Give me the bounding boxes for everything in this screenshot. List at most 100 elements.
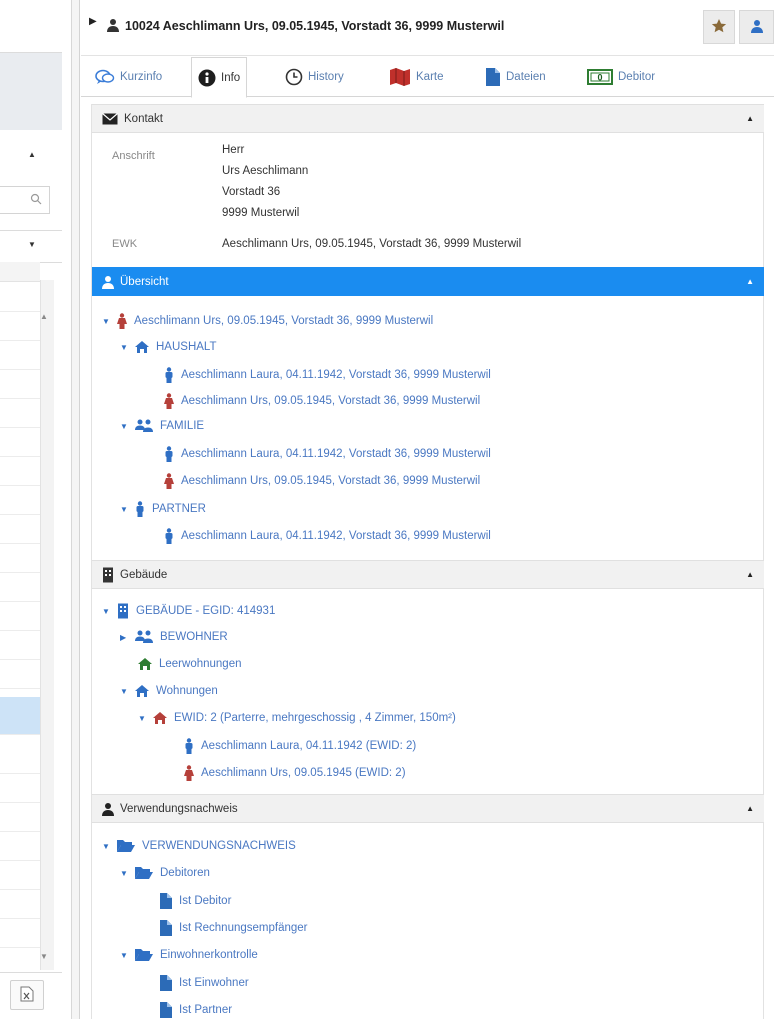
list-row[interactable]	[0, 890, 40, 919]
user-button[interactable]	[739, 10, 774, 44]
tree-toggle-icon[interactable]: ▼	[138, 714, 146, 723]
list-row[interactable]	[0, 312, 40, 341]
list-row[interactable]	[0, 919, 40, 948]
list-row[interactable]	[0, 774, 40, 803]
tree-node-person[interactable]: Aeschlimann Laura, 04.11.1942 (EWID: 2)	[184, 736, 416, 756]
tree-node-person[interactable]: Aeschlimann Laura, 04.11.1942, Vorstadt …	[164, 526, 491, 546]
tree-node-einwohnerkontrolle[interactable]: ▼ Einwohnerkontrolle	[120, 945, 258, 965]
tree-node-label[interactable]: VERWENDUNGSNACHWEIS	[142, 840, 296, 852]
tab-info[interactable]: Info	[191, 57, 248, 98]
tree-node-label[interactable]: Aeschlimann Urs, 09.05.1945 (EWID: 2)	[201, 767, 406, 779]
list-row[interactable]	[0, 660, 40, 689]
tree-node-leerwohnungen[interactable]: Leerwohnungen	[138, 654, 242, 674]
tree-toggle-icon[interactable]: ▼	[120, 687, 128, 696]
tree-node-wohnungen[interactable]: ▼ Wohnungen	[120, 681, 218, 701]
tree-node-person[interactable]: Aeschlimann Urs, 09.05.1945, Vorstadt 36…	[164, 471, 480, 491]
tree-toggle-icon[interactable]: ▼	[120, 505, 128, 514]
tab-debitor[interactable]: 0 Debitor	[581, 57, 661, 97]
tree-node-person[interactable]: Aeschlimann Laura, 04.11.1942, Vorstadt …	[164, 365, 491, 385]
list-row[interactable]	[0, 457, 40, 486]
tree-toggle-icon[interactable]: ▼	[120, 951, 128, 960]
list-row[interactable]	[0, 861, 40, 890]
tab-dateien[interactable]: Dateien	[479, 57, 552, 97]
tree-node-label[interactable]: Einwohnerkontrolle	[160, 949, 258, 961]
list-row[interactable]	[0, 631, 40, 660]
tree-node-debitoren[interactable]: ▼ Debitoren	[120, 863, 210, 883]
tree-node-label[interactable]: Ist Debitor	[179, 895, 231, 907]
search-icon[interactable]	[30, 193, 42, 208]
collapse-caret-icon[interactable]: ▲	[28, 150, 36, 159]
tree-node-label[interactable]: Aeschlimann Urs, 09.05.1945, Vorstadt 36…	[134, 315, 433, 327]
tree-node-person-root[interactable]: ▼ Aeschlimann Urs, 09.05.1945, Vorstadt …	[102, 311, 433, 331]
tree-node-label[interactable]: Ist Einwohner	[179, 977, 249, 989]
collapse-caret-icon[interactable]: ▲	[746, 277, 754, 286]
scroll-down-icon[interactable]: ▼	[40, 952, 48, 961]
dropdown-caret-icon[interactable]: ▼	[28, 240, 36, 249]
tree-node-bewohner[interactable]: ▶ BEWOHNER	[120, 627, 228, 647]
tree-node-verwendungsnachweis[interactable]: ▼ VERWENDUNGSNACHWEIS	[102, 836, 296, 856]
list-row[interactable]	[0, 803, 40, 832]
favorite-button[interactable]	[703, 10, 735, 44]
scroll-up-icon[interactable]: ▲	[40, 312, 48, 321]
tree-node-label[interactable]: PARTNER	[152, 503, 206, 515]
list-row[interactable]	[0, 573, 40, 602]
section-header-uebersicht[interactable]: Übersicht ▲	[92, 267, 764, 296]
list-row[interactable]	[0, 370, 40, 399]
list-row[interactable]	[0, 832, 40, 861]
collapse-caret-icon[interactable]: ▲	[746, 804, 754, 813]
tree-node-haushalt[interactable]: ▼ HAUSHALT	[120, 337, 217, 357]
tab-karte[interactable]: Karte	[383, 57, 450, 97]
tree-node-item[interactable]: Ist Partner	[160, 1000, 232, 1020]
tree-node-person[interactable]: Aeschlimann Urs, 09.05.1945 (EWID: 2)	[184, 763, 406, 783]
tree-toggle-icon[interactable]: ▼	[102, 607, 110, 616]
tree-toggle-icon[interactable]: ▼	[102, 842, 110, 851]
tree-toggle-icon[interactable]: ▼	[120, 869, 128, 878]
left-search-input[interactable]	[0, 186, 50, 214]
tree-node-label[interactable]: Ist Rechnungsempfänger	[179, 922, 308, 934]
tree-node-label[interactable]: Leerwohnungen	[159, 658, 242, 670]
tree-toggle-icon[interactable]: ▼	[120, 343, 128, 352]
tree-node-item[interactable]: Ist Rechnungsempfänger	[160, 918, 308, 938]
tree-node-gebaeude[interactable]: ▼ GEBÄUDE - EGID: 414931	[102, 601, 275, 621]
tree-node-label[interactable]: Debitoren	[160, 867, 210, 879]
tree-toggle-icon[interactable]: ▼	[102, 317, 110, 326]
tab-history[interactable]: History	[279, 57, 350, 97]
collapse-caret-icon[interactable]: ▲	[746, 114, 754, 123]
tree-node-item[interactable]: Ist Debitor	[160, 891, 231, 911]
tree-node-ewid[interactable]: ▼ EWID: 2 (Parterre, mehrgeschossig , 4 …	[138, 708, 456, 728]
section-header-verwendungsnachweis[interactable]: Verwendungsnachweis ▲	[92, 794, 764, 823]
tree-node-label[interactable]: Aeschlimann Laura, 04.11.1942 (EWID: 2)	[201, 740, 416, 752]
list-row[interactable]	[0, 341, 40, 370]
tree-node-label[interactable]: HAUSHALT	[156, 341, 217, 353]
list-row[interactable]	[0, 745, 40, 774]
left-scrollbar[interactable]	[40, 280, 54, 970]
tree-node-label[interactable]: BEWOHNER	[160, 631, 228, 643]
list-row[interactable]	[0, 544, 40, 573]
tree-node-label[interactable]: Aeschlimann Laura, 04.11.1942, Vorstadt …	[181, 530, 491, 542]
collapse-caret-icon[interactable]: ▲	[746, 570, 754, 579]
tree-node-label[interactable]: FAMILIE	[160, 420, 204, 432]
tree-node-label[interactable]: Aeschlimann Urs, 09.05.1945, Vorstadt 36…	[181, 475, 480, 487]
list-row[interactable]	[0, 602, 40, 631]
tree-node-partner[interactable]: ▼ PARTNER	[120, 499, 206, 519]
tree-node-label[interactable]: Ist Partner	[179, 1004, 232, 1016]
pane-splitter[interactable]	[72, 0, 80, 1019]
tree-node-label[interactable]: GEBÄUDE - EGID: 414931	[136, 605, 275, 617]
tree-toggle-icon[interactable]: ▼	[120, 422, 128, 431]
list-row[interactable]	[0, 399, 40, 428]
expand-arrow-icon[interactable]: ▶	[89, 16, 97, 27]
tree-node-person[interactable]: Aeschlimann Urs, 09.05.1945, Vorstadt 36…	[164, 391, 480, 411]
list-row[interactable]	[0, 428, 40, 457]
section-header-kontakt[interactable]: Kontakt ▲	[92, 104, 764, 133]
tree-node-familie[interactable]: ▼ FAMILIE	[120, 416, 204, 436]
section-header-gebaeude[interactable]: Gebäude ▲	[92, 560, 764, 589]
export-excel-button[interactable]	[10, 980, 44, 1010]
tab-kurzinfo[interactable]: Kurzinfo	[89, 57, 168, 97]
tree-node-label[interactable]: EWID: 2 (Parterre, mehrgeschossig , 4 Zi…	[174, 712, 456, 724]
tree-toggle-icon[interactable]: ▶	[120, 633, 128, 642]
left-column-header[interactable]	[0, 262, 40, 282]
list-row[interactable]	[0, 486, 40, 515]
tree-node-label[interactable]: Aeschlimann Urs, 09.05.1945, Vorstadt 36…	[181, 395, 480, 407]
tree-node-item[interactable]: Ist Einwohner	[160, 973, 249, 993]
tree-node-label[interactable]: Wohnungen	[156, 685, 218, 697]
